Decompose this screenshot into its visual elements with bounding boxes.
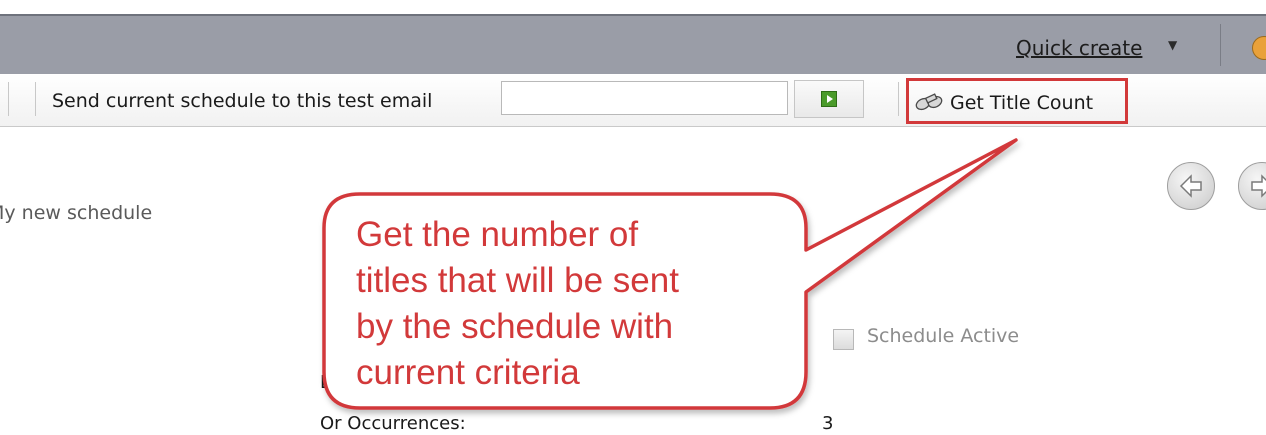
callout-line: by the schedule with [356, 307, 674, 346]
callout-line: titles that will be sent [356, 261, 679, 300]
callout-line: Get the number of [356, 215, 639, 254]
callout-line: current criteria [356, 353, 580, 392]
callout-text: Get the number of titles that will be se… [356, 212, 776, 396]
